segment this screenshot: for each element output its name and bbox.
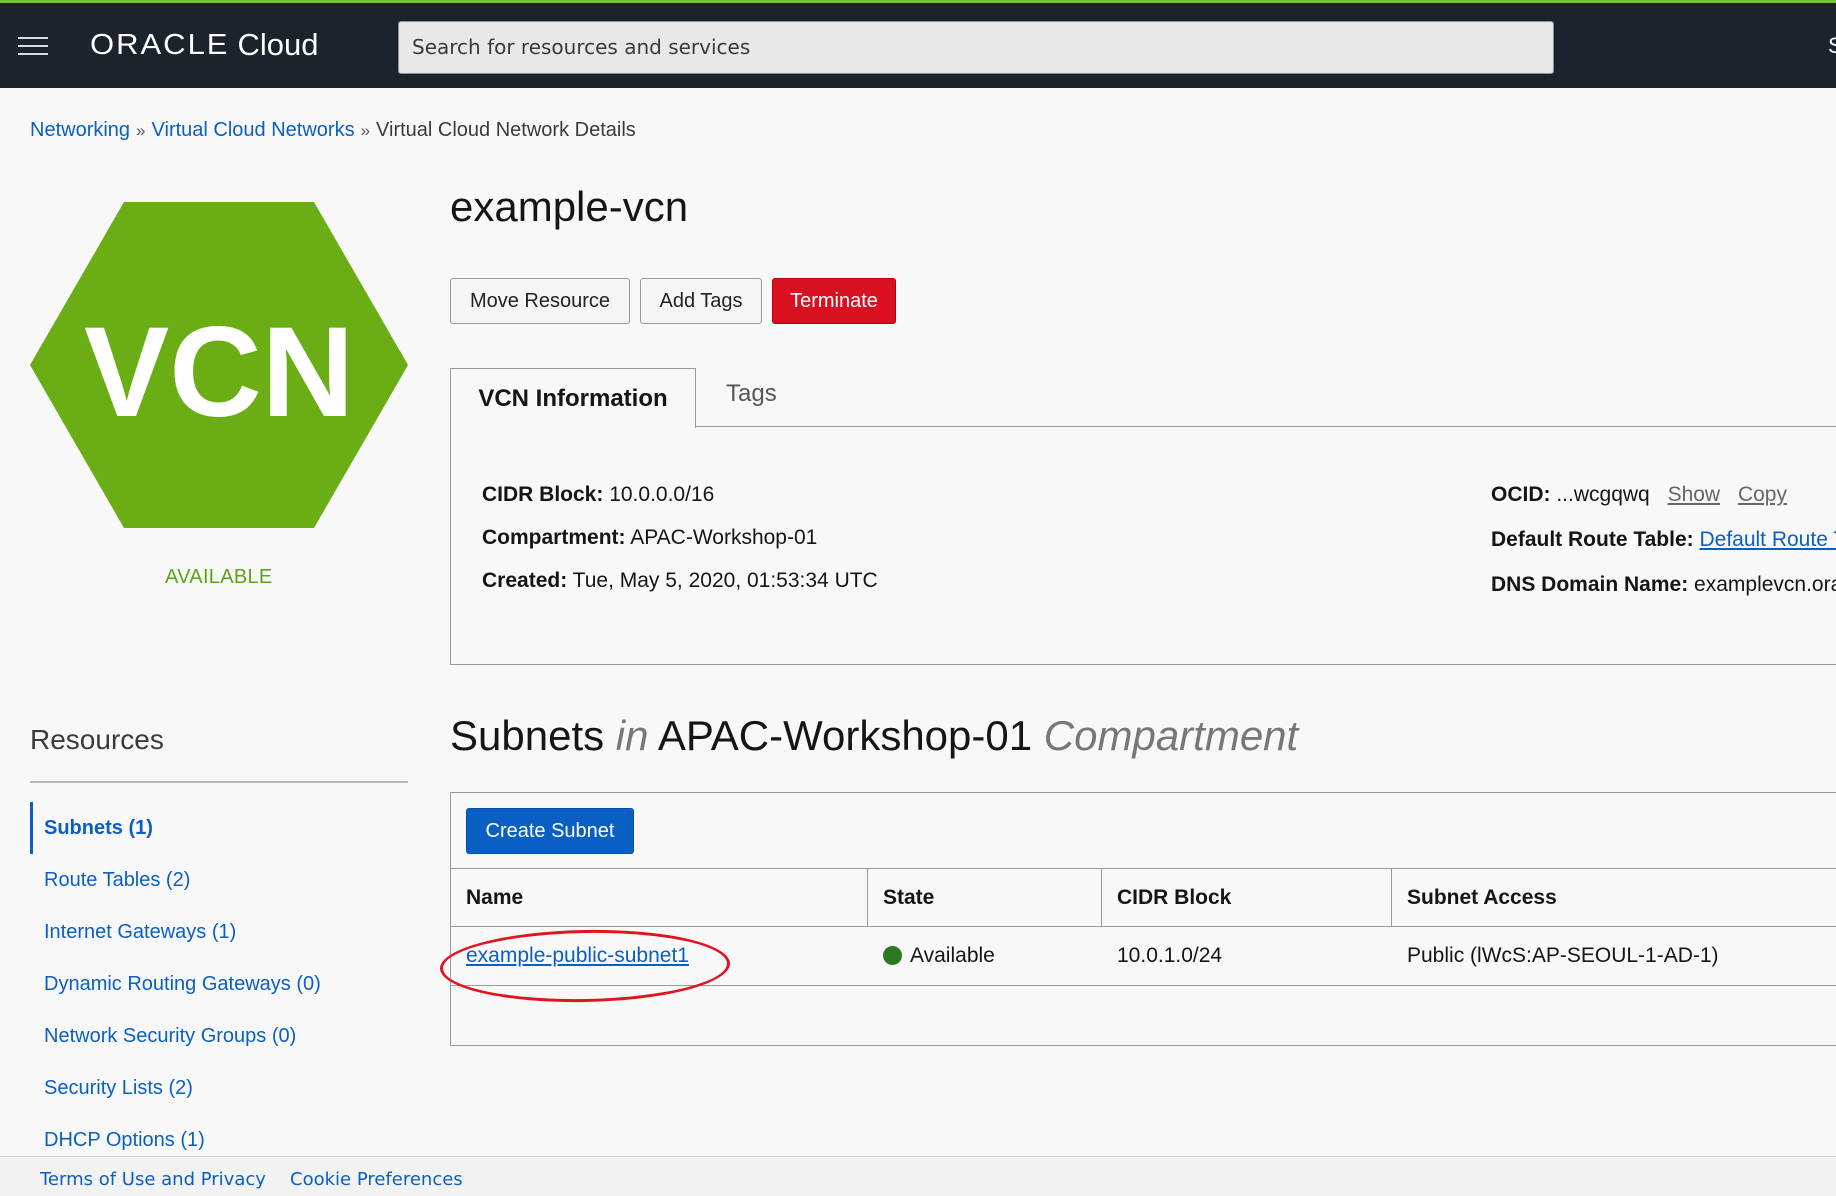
ocid-copy-link[interactable]: Copy [1738, 483, 1787, 506]
subnets-heading-in: in [615, 712, 649, 759]
subnets-heading-suffix: Compartment [1043, 712, 1299, 759]
default-route-table-field: Default Route Table: Default Route T [1491, 528, 1836, 552]
cidr-block-value: 10.0.0.0/16 [609, 483, 715, 506]
truncated-header-item[interactable]: S [1828, 33, 1836, 59]
subnet-cidr-cell: 10.0.1.0/24 [1117, 944, 1223, 967]
created-label: Created: [482, 569, 568, 592]
created-field: Created: Tue, May 5, 2020, 01:53:34 UTC [482, 569, 878, 593]
ocid-value: ...wcgqwq [1556, 483, 1650, 506]
state-available-dot-icon [883, 946, 902, 965]
terms-of-use-link[interactable]: Terms of Use and Privacy [40, 1169, 266, 1190]
column-header-name[interactable]: Name [451, 869, 868, 926]
footer: Terms of Use and Privacy Cookie Preferen… [0, 1156, 1836, 1196]
create-subnet-button[interactable]: Create Subnet [466, 808, 634, 854]
column-header-state[interactable]: State [868, 869, 1102, 926]
default-route-table-label: Default Route Table: [1491, 528, 1694, 551]
default-route-table-link[interactable]: Default Route T [1699, 528, 1836, 551]
ocid-label: OCID: [1491, 483, 1551, 506]
column-header-cidr-block[interactable]: CIDR Block [1102, 869, 1392, 926]
table-header: Name State CIDR Block Subnet Access [451, 868, 1836, 927]
breadcrumb-current: Virtual Cloud Network Details [376, 119, 636, 141]
subnets-table-panel: Create Subnet Name State CIDR Block Subn… [450, 792, 1836, 1046]
ocid-show-link[interactable]: Show [1668, 483, 1721, 506]
cookie-preferences-link[interactable]: Cookie Preferences [290, 1169, 463, 1190]
dns-domain-value: examplevcn.ora [1694, 573, 1836, 596]
cidr-block-label: CIDR Block: [482, 483, 604, 506]
sidebar-item-internet-gateways[interactable]: Internet Gateways (1) [30, 906, 410, 958]
sidebar-item-route-tables[interactable]: Route Tables (2) [30, 854, 410, 906]
column-header-subnet-access[interactable]: Subnet Access [1392, 869, 1836, 926]
brand-cloud-text: Cloud [237, 27, 319, 62]
sidebar-item-network-security-groups[interactable]: Network Security Groups (0) [30, 1010, 410, 1062]
tab-vcn-information[interactable]: VCN Information [450, 368, 696, 428]
add-tags-button[interactable]: Add Tags [640, 278, 762, 324]
subnet-access-cell: Public (lWcS:AP-SEOUL-1-AD-1) [1407, 944, 1719, 967]
compartment-value: APAC-Workshop-01 [630, 526, 818, 549]
subnets-heading: Subnets in APAC-Workshop-01 Compartment [450, 712, 1298, 760]
breadcrumb-separator: » [360, 121, 371, 140]
hamburger-menu-icon[interactable] [18, 33, 50, 59]
dns-domain-field: DNS Domain Name: examplevcn.ora [1491, 573, 1836, 597]
vcn-information-panel: CIDR Block: 10.0.0.0/16 Compartment: APA… [450, 426, 1836, 665]
subnet-state-cell: Available [868, 927, 1102, 985]
vcn-hexagon-icon: VCN [30, 202, 408, 528]
move-resource-button[interactable]: Move Resource [450, 278, 630, 324]
sidebar-item-security-lists[interactable]: Security Lists (2) [30, 1062, 410, 1114]
subnet-state-value: Available [910, 944, 995, 967]
search-input[interactable]: Search for resources and services [398, 21, 1554, 74]
subnet-name-link[interactable]: example-public-subnet1 [466, 944, 689, 967]
page-title: example-vcn [450, 183, 689, 230]
subnets-heading-compartment: APAC-Workshop-01 [657, 712, 1033, 759]
created-value: Tue, May 5, 2020, 01:53:34 UTC [572, 569, 878, 592]
cidr-block-field: CIDR Block: 10.0.0.0/16 [482, 483, 714, 507]
resources-list: Subnets (1) Route Tables (2) Internet Ga… [30, 802, 410, 1166]
vcn-icon-text: VCN [84, 301, 354, 444]
subnets-heading-main: Subnets [450, 712, 605, 759]
resources-title: Resources [30, 724, 164, 755]
breadcrumb-separator: » [136, 121, 146, 140]
oracle-cloud-logo[interactable]: ORACLE Cloud [90, 27, 318, 67]
tab-tags[interactable]: Tags [726, 380, 777, 408]
brand-oracle-text: ORACLE [90, 28, 230, 61]
sidebar-item-dynamic-routing-gateways[interactable]: Dynamic Routing Gateways (0) [30, 958, 410, 1010]
compartment-field: Compartment: APAC-Workshop-01 [482, 526, 817, 550]
terminate-button[interactable]: Terminate [772, 278, 896, 324]
dns-domain-label: DNS Domain Name: [1491, 573, 1689, 596]
resources-divider [30, 781, 408, 783]
top-navigation-bar: ORACLE Cloud Search for resources and se… [0, 0, 1836, 88]
sidebar-item-subnets[interactable]: Subnets (1) [30, 802, 410, 854]
breadcrumb-networking[interactable]: Networking [30, 119, 130, 141]
breadcrumb-virtual-cloud-networks[interactable]: Virtual Cloud Networks [152, 119, 355, 141]
table-row: example-public-subnet1 Available 10.0.1.… [451, 927, 1836, 986]
compartment-label: Compartment: [482, 526, 626, 549]
ocid-field: OCID: ...wcgqwq Show Copy [1491, 483, 1787, 507]
subnet-name-cell: example-public-subnet1 [451, 927, 868, 985]
breadcrumb: Networking » Virtual Cloud Networks » Virtua… [30, 119, 636, 142]
status-badge: AVAILABLE [165, 566, 273, 588]
